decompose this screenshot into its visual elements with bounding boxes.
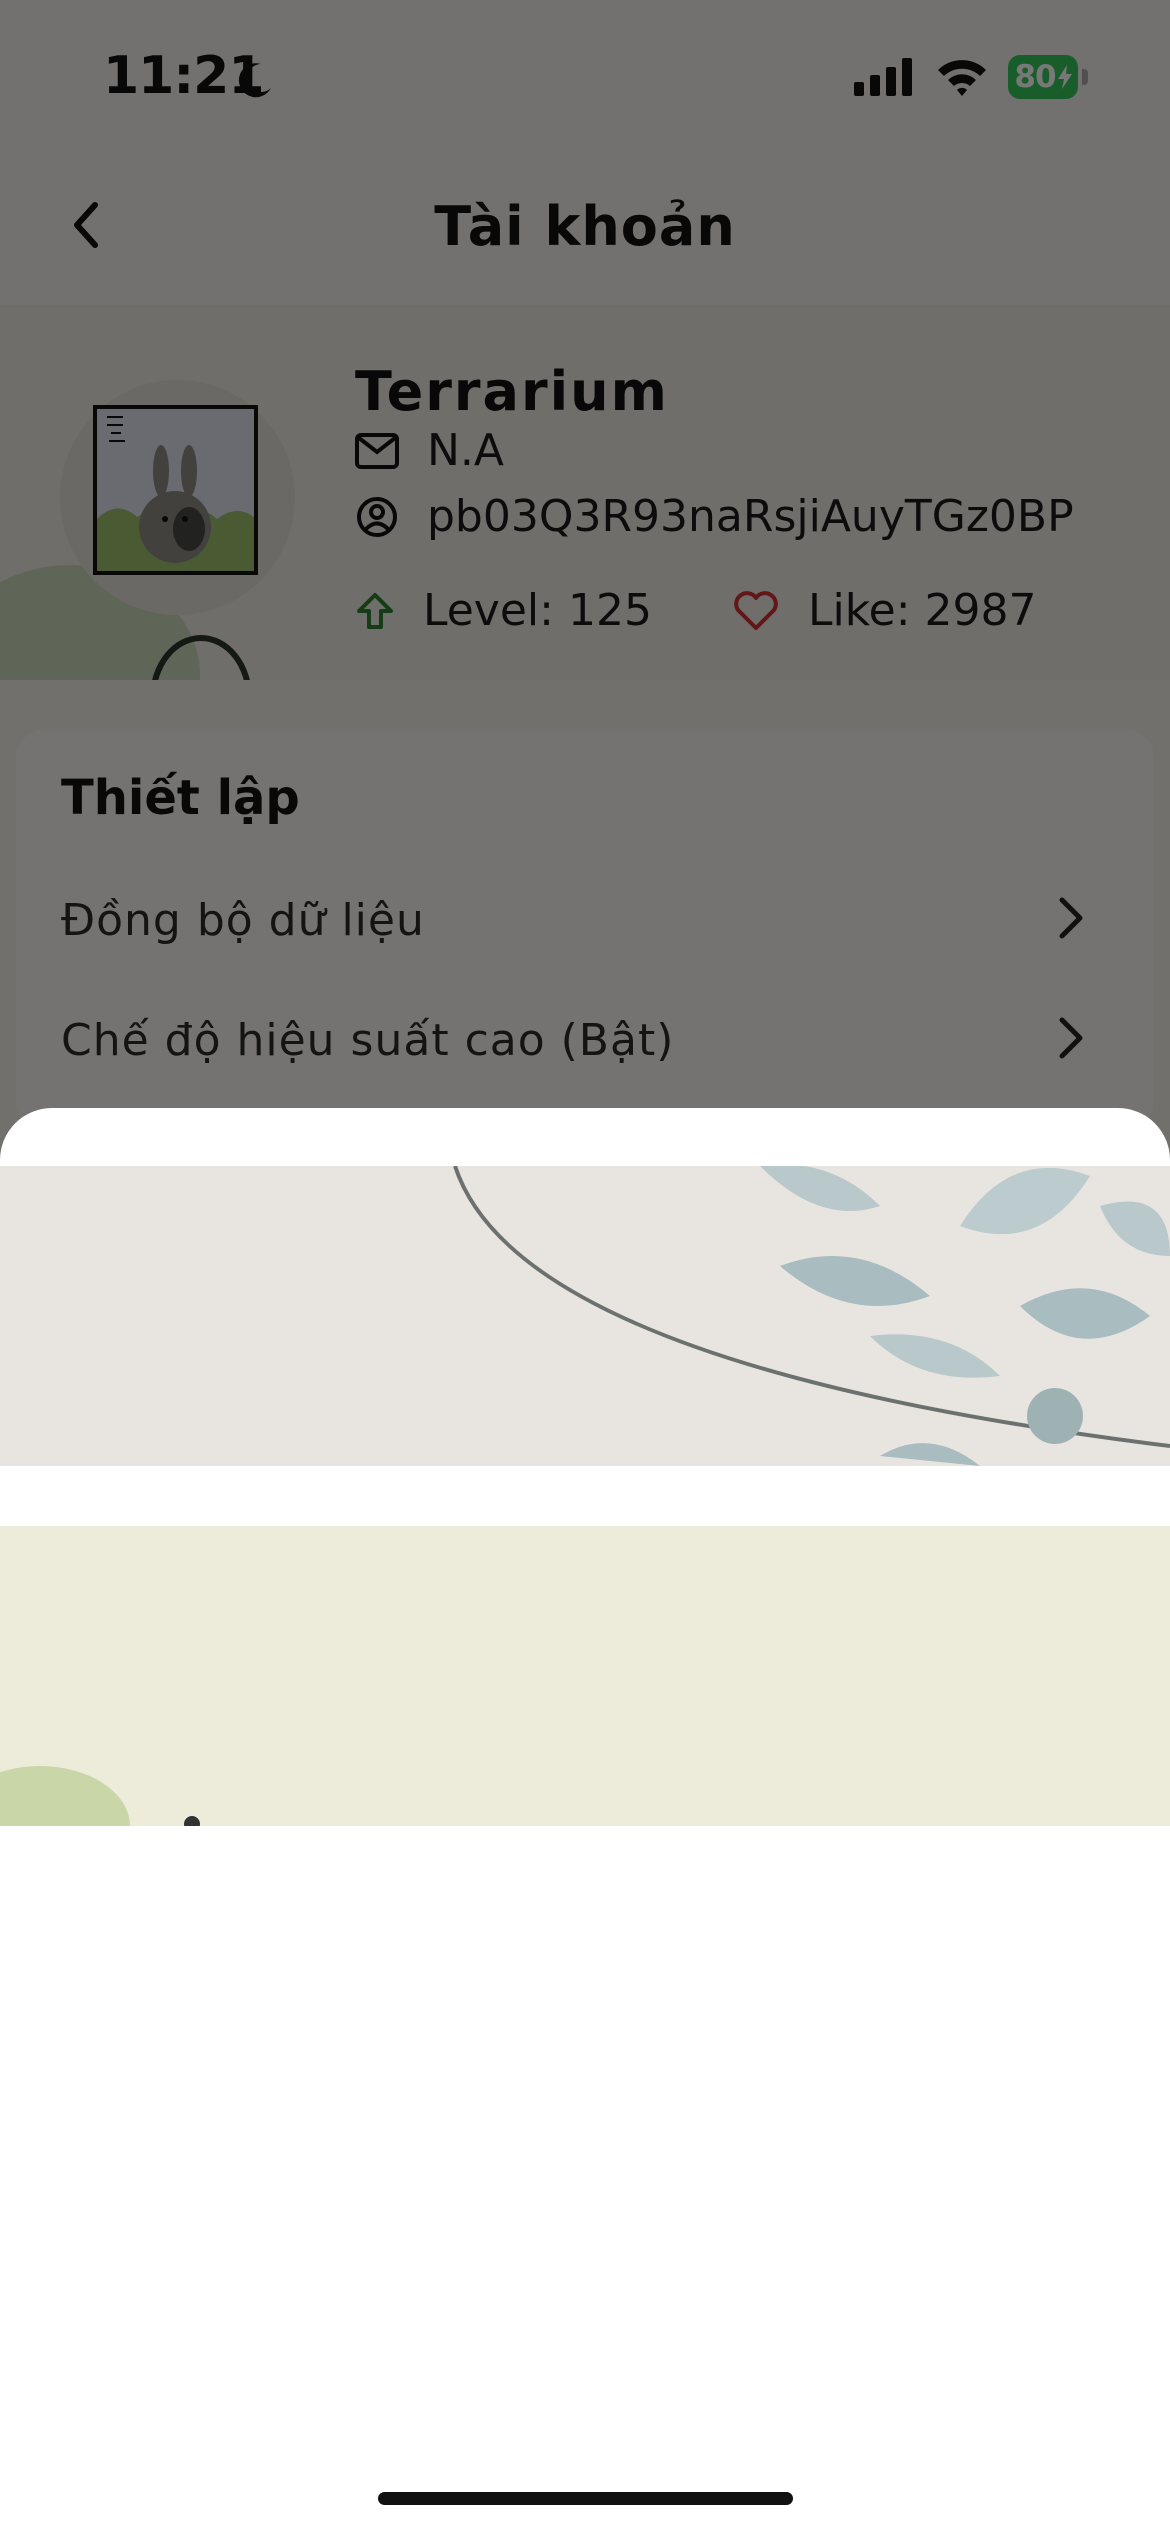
user-id-row: pb03Q3R93naRsjiAuyTGz0BP [355, 491, 1074, 542]
settings-item-label: Đồng bộ dữ liệu [61, 894, 425, 946]
user-circle-icon [355, 495, 399, 539]
wifi-icon [936, 56, 988, 100]
navigation-header: Tài khoản [0, 150, 1170, 305]
settings-item-performance-mode[interactable]: Chế độ hiệu suất cao (Bật) [16, 985, 1154, 1095]
user-id-value: pb03Q3R93naRsjiAuyTGz0BP [427, 491, 1074, 542]
like-value: Like: 2987 [808, 585, 1037, 636]
banner-leaf-blue[interactable] [0, 1166, 1170, 1466]
profile-card: Terrarium N.A pb03Q3R93naRsjiAuyTGz0BP L… [0, 305, 1170, 680]
cellular-signal-icon [854, 58, 916, 100]
email-value: N.A [427, 425, 504, 476]
chevron-right-icon [1058, 1016, 1084, 1064]
leaf-illustration [453, 1166, 1170, 1466]
level-stat: Level: 125 [355, 585, 652, 636]
battery-charging-icon: 80 [1008, 55, 1088, 99]
status-bar: 11:21 80 [0, 0, 1170, 150]
heart-icon [732, 590, 780, 632]
settings-item-label: Chế độ hiệu suất cao (Bật) [61, 1014, 675, 1066]
settings-item-sync-data[interactable]: Đồng bộ dữ liệu [16, 865, 1154, 975]
settings-title: Thiết lập [61, 770, 300, 826]
avatar[interactable] [93, 405, 258, 575]
level-value: Level: 125 [423, 585, 652, 636]
like-stat: Like: 2987 [732, 585, 1037, 636]
profile-name: Terrarium [355, 360, 669, 423]
mail-icon [355, 429, 399, 473]
page-title: Tài khoản [434, 195, 736, 258]
settings-card: Thiết lập Đồng bộ dữ liệu Chế độ hiệu su… [16, 730, 1154, 1130]
battery-level: 80 [1014, 59, 1056, 95]
rabbit-avatar-image [97, 409, 254, 571]
bottom-sheet [0, 1108, 1170, 2532]
moon-icon [235, 60, 275, 104]
leaf-illustration [0, 1766, 200, 1826]
arrow-up-icon [355, 591, 395, 631]
banner-leaf-green[interactable] [0, 1526, 1170, 1826]
home-indicator[interactable] [378, 2492, 793, 2505]
chevron-right-icon [1058, 896, 1084, 944]
email-row: N.A [355, 425, 504, 476]
